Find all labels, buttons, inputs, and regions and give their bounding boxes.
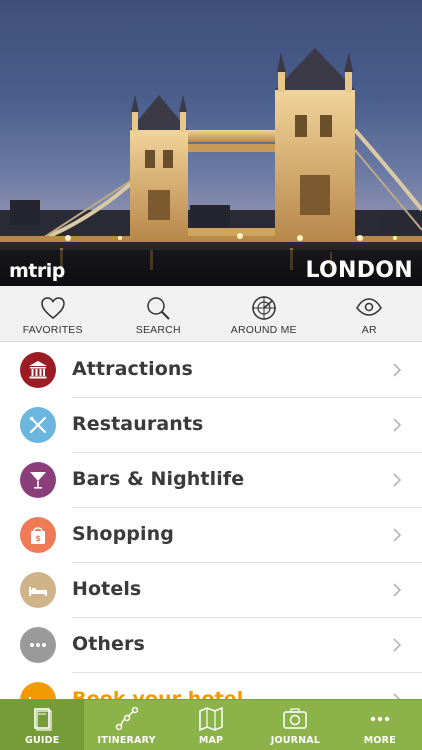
magnifier-icon — [147, 297, 170, 320]
category-attractions[interactable]: Attractions — [0, 343, 422, 398]
attractions-badge — [20, 352, 56, 388]
category-others[interactable]: Others — [0, 618, 422, 673]
more-dots-icon — [370, 716, 390, 722]
tab-guide[interactable]: GUIDE — [0, 700, 85, 750]
shopping-bag-icon: $ — [31, 527, 45, 544]
ellipsis-icon — [30, 643, 46, 647]
heart-icon — [40, 297, 65, 319]
svg-text:$: $ — [35, 534, 41, 543]
bed-icon — [29, 587, 47, 596]
others-label: Others — [72, 633, 145, 655]
search-label: SEARCH — [135, 324, 181, 336]
mtrip-logo: mtrip — [9, 260, 65, 282]
tab-more[interactable]: MORE — [338, 700, 422, 750]
hero-banner: mtrip LONDON — [0, 0, 422, 286]
map-icon — [199, 706, 223, 732]
chevron-right-icon — [393, 528, 402, 542]
hotels-label: Hotels — [72, 578, 142, 600]
category-bars-nightlife[interactable]: Bars & Nightlife — [0, 453, 422, 508]
category-list: Attractions Restaurants Bars & Nightlife — [0, 343, 422, 728]
ar-label: AR — [361, 324, 377, 336]
tower-bridge-image — [0, 48, 422, 286]
bars-nightlife-label: Bars & Nightlife — [72, 468, 245, 490]
radar-icon — [251, 296, 276, 320]
category-restaurants[interactable]: Restaurants — [0, 398, 422, 453]
museum-icon — [29, 361, 47, 379]
bars-badge — [20, 462, 56, 498]
shopping-label: Shopping — [72, 523, 174, 545]
tab-map-label: MAP — [198, 735, 224, 746]
chevron-right-icon — [393, 418, 402, 432]
tab-journal[interactable]: JOURNAL — [253, 700, 337, 750]
fork-knife-icon — [29, 416, 47, 434]
others-badge — [20, 627, 56, 663]
chevron-right-icon — [393, 363, 402, 377]
favorites-button[interactable]: FAVORITES — [0, 286, 106, 341]
route-icon — [115, 706, 138, 731]
chevron-right-icon — [393, 638, 402, 652]
category-shopping[interactable]: $ Shopping — [0, 508, 422, 563]
search-button[interactable]: SEARCH — [106, 286, 212, 341]
restaurants-label: Restaurants — [72, 413, 204, 435]
tab-journal-label: JOURNAL — [270, 735, 321, 746]
category-hotels[interactable]: Hotels — [0, 563, 422, 618]
eye-icon — [356, 298, 383, 316]
ar-button[interactable]: AR — [317, 286, 422, 341]
bottom-tab-bar: GUIDE ITINERARY MAP JOURNAL MORE — [0, 699, 422, 750]
tab-guide-label: GUIDE — [24, 735, 60, 746]
book-icon — [34, 708, 52, 731]
hotels-badge — [20, 572, 56, 608]
restaurants-badge — [20, 407, 56, 443]
tab-itinerary-label: ITINERARY — [97, 735, 156, 746]
favorites-label: FAVORITES — [22, 324, 83, 336]
camera-icon — [283, 708, 308, 729]
quick-actions-bar: FAVORITES SEARCH AROUND ME AR — [0, 286, 422, 342]
shopping-badge: $ — [20, 517, 56, 553]
attractions-label: Attractions — [72, 358, 193, 380]
tab-map[interactable]: MAP — [169, 700, 253, 750]
chevron-right-icon — [393, 583, 402, 597]
tab-more-label: MORE — [363, 735, 396, 746]
around-me-label: AROUND ME — [230, 324, 297, 336]
city-name: LONDON — [305, 258, 413, 283]
around-me-button[interactable]: AROUND ME — [211, 286, 317, 341]
cocktail-icon — [30, 472, 46, 489]
chevron-right-icon — [393, 473, 402, 487]
tab-itinerary[interactable]: ITINERARY — [84, 700, 168, 750]
